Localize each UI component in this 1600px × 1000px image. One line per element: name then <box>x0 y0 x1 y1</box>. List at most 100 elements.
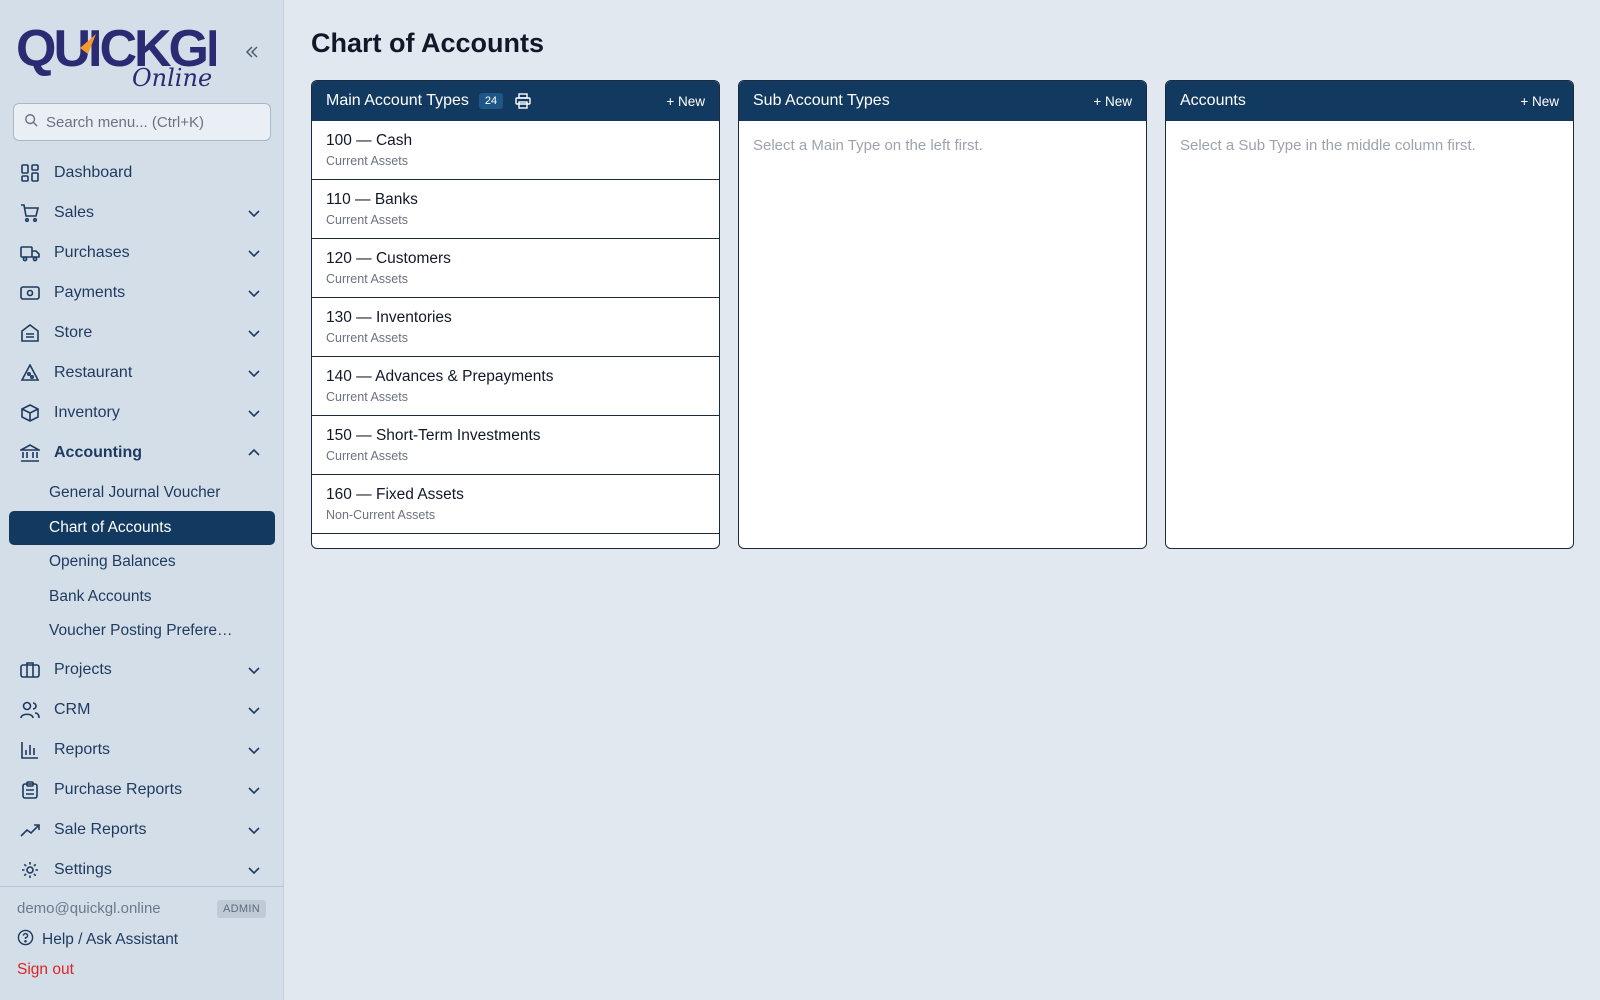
chevron-down-icon <box>248 707 260 715</box>
nav-store[interactable]: Store <box>9 316 275 350</box>
cart-icon <box>20 203 40 223</box>
store-icon <box>20 323 40 343</box>
search-input[interactable] <box>46 113 256 131</box>
chevron-down-icon <box>248 210 260 218</box>
account-category: Current Assets <box>326 449 408 463</box>
nav-accounting[interactable]: Accounting <box>9 436 275 470</box>
printer-icon[interactable] <box>515 92 533 110</box>
list-item[interactable]: 120 — Customers Current Assets <box>312 239 719 298</box>
collapse-sidebar-icon[interactable] <box>240 40 264 64</box>
chevron-down-icon <box>248 370 260 378</box>
svg-text:Online: Online <box>132 64 212 90</box>
chevron-down-icon <box>248 787 260 795</box>
chevron-down-icon <box>248 827 260 835</box>
sidebar-footer: demo@quickgl.online ADMIN Help / Ask Ass… <box>0 886 284 1000</box>
panel-header: Main Account Types 24 + New <box>312 81 719 121</box>
chevron-down-icon <box>248 290 260 298</box>
empty-state-message: Select a Main Type on the left first. <box>753 137 983 154</box>
panel-title: Accounts <box>1180 92 1246 109</box>
box-icon <box>20 403 40 423</box>
bar-chart-icon <box>20 740 40 760</box>
nav-label: Inventory <box>54 404 120 421</box>
nav-purchase-reports[interactable]: Purchase Reports <box>9 773 275 807</box>
nav-label: Purchases <box>54 244 130 261</box>
nav-purchases[interactable]: Purchases <box>9 236 275 270</box>
list-item[interactable]: 100 — Cash Current Assets <box>312 121 719 180</box>
nav-voucher-posting-preferences[interactable]: Voucher Posting Prefere… <box>9 614 275 648</box>
nav-reports[interactable]: Reports <box>9 733 275 767</box>
nav-label: Sales <box>54 204 95 221</box>
account-code-name: 100 — Cash <box>326 132 413 149</box>
account-category: Current Assets <box>326 272 408 286</box>
empty-state-message: Select a Sub Type in the middle column f… <box>1180 137 1476 154</box>
nav-general-journal-voucher[interactable]: General Journal Voucher <box>9 476 275 510</box>
truck-icon <box>20 243 40 263</box>
account-category: Current Assets <box>326 390 408 404</box>
list-item[interactable]: 110 — Banks Current Assets <box>312 180 719 239</box>
accounts-panel: Accounts + New Select a Sub Type in the … <box>1165 80 1574 549</box>
cash-icon <box>20 283 40 303</box>
help-circle-icon <box>17 929 34 951</box>
chevron-up-icon <box>248 448 260 456</box>
chevron-down-icon <box>248 867 260 875</box>
nav-label: Payments <box>54 284 126 301</box>
trending-up-icon <box>20 820 40 840</box>
quickgl-logo[interactable]: QUICKGL Online <box>16 14 240 92</box>
account-code-name: 160 — Fixed Assets <box>326 486 464 503</box>
nav-sales[interactable]: Sales <box>9 196 275 230</box>
bank-icon <box>20 443 40 463</box>
role-badge: ADMIN <box>217 900 266 918</box>
account-code-name: 150 — Short-Term Investments <box>326 427 541 444</box>
nav-label: Projects <box>54 661 112 678</box>
nav-label: Store <box>54 324 93 341</box>
nav-restaurant[interactable]: Restaurant <box>9 356 275 390</box>
main-account-types-panel: Main Account Types 24 + New 100 — Cash C… <box>311 80 720 549</box>
account-code-name: 120 — Customers <box>326 250 451 267</box>
nav-sale-reports[interactable]: Sale Reports <box>9 813 275 847</box>
new-main-type-button[interactable]: + New <box>666 94 705 109</box>
nav-label: Reports <box>54 741 111 758</box>
panel-title: Main Account Types <box>326 92 469 109</box>
users-icon <box>20 700 40 720</box>
chevron-down-icon <box>248 667 260 675</box>
account-category: Current Assets <box>326 213 408 227</box>
list-item[interactable]: 130 — Inventories Current Assets <box>312 298 719 357</box>
nav-label: Settings <box>54 861 112 878</box>
account-category: Non-Current Assets <box>326 508 436 522</box>
panel-title: Sub Account Types <box>753 92 890 109</box>
sign-out-link[interactable]: Sign out <box>17 961 74 979</box>
nav-crm[interactable]: CRM <box>9 693 275 727</box>
page-title: Chart of Accounts <box>311 28 545 58</box>
nav-settings[interactable]: Settings <box>9 853 275 887</box>
nav-payments[interactable]: Payments <box>9 276 275 310</box>
nav-label: Purchase Reports <box>54 781 183 798</box>
account-code-name: 130 — Inventories <box>326 309 452 326</box>
nav-bank-accounts[interactable]: Bank Accounts <box>9 580 275 614</box>
search-menu[interactable] <box>13 103 271 141</box>
help-label: Help / Ask Assistant <box>42 931 179 948</box>
nav-label: Dashboard <box>54 164 133 181</box>
nav-label: CRM <box>54 701 91 718</box>
briefcase-icon <box>20 660 40 680</box>
nav-dashboard[interactable]: Dashboard <box>9 156 275 190</box>
account-category: Current Assets <box>326 154 408 168</box>
chevron-down-icon <box>248 410 260 418</box>
sidebar: QUICKGL Online Dashboard Sales Purchases <box>0 0 284 1000</box>
help-link[interactable]: Help / Ask Assistant <box>17 929 178 951</box>
new-account-button[interactable]: + New <box>1520 94 1559 109</box>
nav-label: Accounting <box>54 444 142 461</box>
nav-opening-balances[interactable]: Opening Balances <box>9 545 275 579</box>
main-types-list: 100 — Cash Current Assets 110 — Banks Cu… <box>312 121 719 534</box>
account-code-name: 110 — Banks <box>326 191 418 208</box>
list-item[interactable]: 140 — Advances & Prepayments Current Ass… <box>312 357 719 416</box>
list-item[interactable]: 160 — Fixed Assets Non-Current Assets <box>312 475 719 534</box>
nav-chart-of-accounts[interactable]: Chart of Accounts <box>9 511 275 545</box>
list-item[interactable]: 150 — Short-Term Investments Current Ass… <box>312 416 719 475</box>
nav-label: Sale Reports <box>54 821 147 838</box>
new-sub-type-button[interactable]: + New <box>1093 94 1132 109</box>
panel-header: Accounts + New <box>1166 81 1573 121</box>
dashboard-icon <box>20 163 40 183</box>
nav-inventory[interactable]: Inventory <box>9 396 275 430</box>
nav-projects[interactable]: Projects <box>9 653 275 687</box>
count-badge: 24 <box>478 93 504 109</box>
